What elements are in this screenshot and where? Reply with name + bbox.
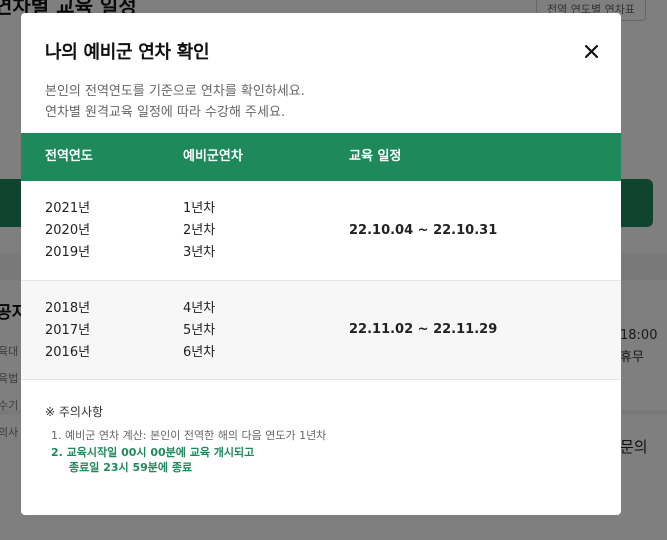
notice-item-2-line1: 2. 교육시작일 00시 00분에 교육 개시되고: [51, 446, 255, 459]
notice-item-2-line2: 종료일 23시 59분에 종료: [69, 461, 193, 474]
modal-title: 나의 예비군 연차 확인: [45, 42, 210, 63]
table-header: 전역연도 예비군연차 교육 일정: [21, 133, 621, 181]
reserve-grades-cell: 1년차 2년차 3년차: [183, 201, 215, 267]
header-reserve-grade: 예비군연차: [183, 149, 243, 164]
close-button[interactable]: [579, 39, 603, 63]
discharge-years-cell: 2021년 2020년 2019년: [45, 201, 90, 267]
year-text: 2021년: [45, 201, 91, 216]
notice-item-1: 1. 예비군 연차 계산: 본인이 전역한 해의 다음 연도가 1년차: [51, 429, 327, 442]
grade-text: 1년차: [183, 201, 216, 216]
close-icon: [584, 44, 598, 58]
grade-text: 2년차: [183, 223, 216, 238]
notice-title: ※ 주의사항: [45, 405, 104, 419]
year-text: 2019년: [45, 245, 91, 260]
discharge-years-cell: 2018년 2017년 2016년: [45, 301, 90, 367]
schedule-cell: 22.11.02 ~ 22.11.29: [349, 322, 498, 337]
table-row: 2018년 2017년 2016년 4년차 5년차 6년차 22.11.02 ~…: [21, 281, 621, 380]
notice-item-2: 2. 교육시작일 00시 00분에 교육 개시되고 종료일 23시 59분에 종…: [51, 445, 254, 475]
modal-description: 연차별 원격교육 일정에 따라 수강해 주세요.: [45, 105, 286, 120]
grade-text: 3년차: [183, 245, 216, 260]
year-text: 2020년: [45, 223, 91, 238]
grade-text: 5년차: [183, 323, 216, 338]
grade-text: 4년차: [183, 301, 216, 316]
year-text: 2017년: [45, 323, 91, 338]
grade-text: 6년차: [183, 345, 216, 360]
reserve-grades-cell: 4년차 5년차 6년차: [183, 301, 215, 367]
modal-description: 본인의 전역연도를 기준으로 연차를 확인하세요.: [45, 84, 305, 99]
table-row: 2021년 2020년 2019년 1년차 2년차 3년차 22.10.04 ~…: [21, 181, 621, 281]
year-text: 2016년: [45, 345, 91, 360]
header-discharge-year: 전역연도: [45, 149, 93, 164]
schedule-cell: 22.10.04 ~ 22.10.31: [349, 223, 498, 238]
year-text: 2018년: [45, 301, 91, 316]
grade-check-modal: 나의 예비군 연차 확인 본인의 전역연도를 기준으로 연차를 확인하세요. 연…: [21, 13, 621, 515]
header-training-schedule: 교육 일정: [349, 149, 402, 164]
